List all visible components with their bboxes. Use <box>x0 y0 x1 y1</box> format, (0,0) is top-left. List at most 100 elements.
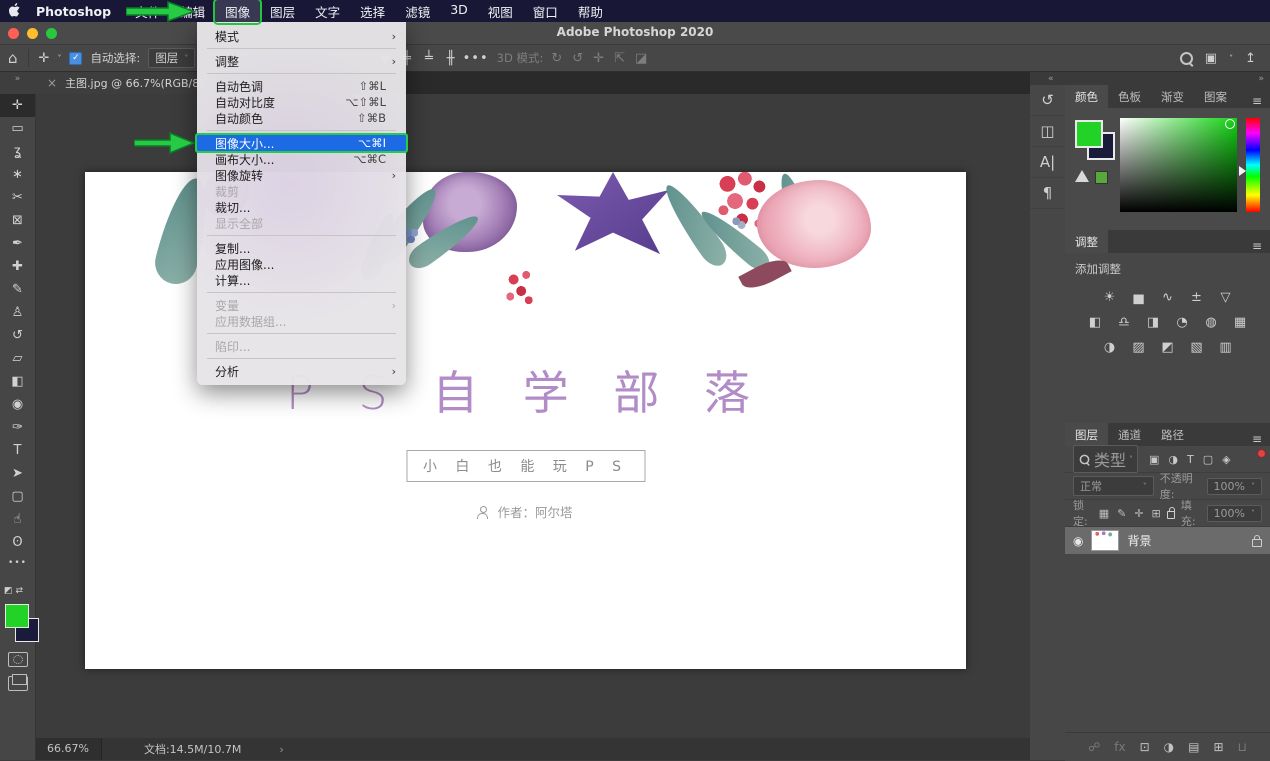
delete-layer-icon[interactable]: ⊔ <box>1238 740 1247 754</box>
default-colors-icon[interactable]: ◩ <box>4 586 13 600</box>
gamut-warning-icon[interactable] <box>1075 170 1089 182</box>
align-bottom-icon[interactable]: ╧ <box>425 51 433 66</box>
tab-color[interactable]: 颜色 <box>1065 85 1108 108</box>
screen-mode-button[interactable] <box>8 674 28 691</box>
home-icon[interactable]: ⌂ <box>8 49 18 67</box>
posterize-icon[interactable]: ▨ <box>1129 338 1149 356</box>
tab-patterns[interactable]: 图案 <box>1194 85 1237 108</box>
dodge-tool[interactable]: ◉ <box>0 393 35 416</box>
link-layers-icon[interactable]: ☍ <box>1088 740 1100 754</box>
adjustment-layer-icon[interactable]: ◑ <box>1164 740 1174 754</box>
menu-item-crop[interactable]: 裁剪 <box>197 183 406 199</box>
history-panel-icon[interactable]: ↺ <box>1030 85 1065 116</box>
menu-item-analysis[interactable]: 分析 › <box>197 363 406 379</box>
tab-layers[interactable]: 图层 <box>1065 423 1108 446</box>
layer-visibility-icon[interactable]: ◉ <box>1073 534 1083 548</box>
marquee-tool[interactable]: ▭ <box>0 117 35 140</box>
tool-preset-caret-icon[interactable]: ˅ <box>57 54 61 63</box>
zoom-tool[interactable]: ʘ <box>0 531 35 554</box>
lock-transparency-icon[interactable]: ▦ <box>1099 507 1109 520</box>
fill-dropdown[interactable]: 100% ˅ <box>1206 504 1263 522</box>
web-safe-swatch[interactable] <box>1095 171 1108 184</box>
menu-item-auto-tone[interactable]: 自动色调 ⇧⌘L <box>197 78 406 94</box>
toolbar-collapse[interactable]: » <box>0 72 35 94</box>
filter-shape-icon[interactable]: ▢ <box>1203 453 1213 466</box>
menu-image[interactable]: 图像 <box>213 0 263 25</box>
document-tab[interactable]: × 主图.jpg @ 66.7%(RGB/8) <box>35 72 216 94</box>
lasso-tool[interactable]: ʓ <box>0 140 35 163</box>
filter-pixel-icon[interactable]: ▣ <box>1149 453 1159 466</box>
3d-orbit-icon[interactable]: ↻ <box>551 51 562 66</box>
menu-item-adjustments[interactable]: 调整 › <box>197 53 406 69</box>
menu-help[interactable]: 帮助 <box>568 0 613 23</box>
3d-slide-icon[interactable]: ⇱ <box>614 51 625 66</box>
app-name[interactable]: Photoshop <box>36 4 111 19</box>
clone-stamp-tool[interactable]: ♙ <box>0 301 35 324</box>
move-tool[interactable]: ✛ <box>0 94 35 117</box>
new-layer-icon[interactable]: ⊞ <box>1213 740 1223 754</box>
brightness-contrast-icon[interactable]: ☀ <box>1100 288 1120 306</box>
tab-channels[interactable]: 通道 <box>1108 423 1151 446</box>
menu-item-image-rotation[interactable]: 图像旋转 › <box>197 167 406 183</box>
menu-3d[interactable]: 3D <box>440 0 478 23</box>
opacity-dropdown[interactable]: 100% ˅ <box>1206 477 1262 495</box>
history-brush-tool[interactable]: ↺ <box>0 324 35 347</box>
filter-adjustment-icon[interactable]: ◑ <box>1168 453 1178 466</box>
more-options-icon[interactable]: ••• <box>463 51 489 66</box>
menu-item-canvas-size[interactable]: 画布大小... ⌥⌘C <box>197 151 406 167</box>
close-tab-icon[interactable]: × <box>47 76 57 90</box>
menu-item-trap[interactable]: 陷印... <box>197 338 406 354</box>
filter-smart-icon[interactable]: ◈ <box>1222 453 1230 466</box>
share-icon[interactable]: ↥ <box>1245 51 1256 66</box>
threshold-icon[interactable]: ◩ <box>1158 338 1178 356</box>
color-picker-marker[interactable] <box>1225 119 1235 129</box>
channel-mixer-icon[interactable]: ◍ <box>1201 313 1221 331</box>
move-tool-icon[interactable]: ✛ <box>39 51 50 66</box>
hue-saturation-icon[interactable]: ◧ <box>1085 313 1105 331</box>
lock-all-icon[interactable] <box>1166 507 1175 519</box>
status-chevron-icon[interactable]: › <box>279 743 283 756</box>
filter-type-icon[interactable]: T <box>1187 453 1194 466</box>
path-select-tool[interactable]: ➤ <box>0 462 35 485</box>
auto-select-checkbox[interactable]: ✓ <box>69 51 83 65</box>
menu-item-mode[interactable]: 模式 › <box>197 28 406 44</box>
tab-gradients[interactable]: 渐变 <box>1151 85 1194 108</box>
blend-mode-dropdown[interactable]: 正常 ˅ <box>1073 476 1154 496</box>
crop-tool[interactable]: ✂ <box>0 186 35 209</box>
canvas-area[interactable]: P S 自 学 部 落 小 白 也 能 玩 P S 作者：阿尔塔 <box>35 94 1030 738</box>
zoom-level-field[interactable]: 66.67% <box>35 738 102 760</box>
layer-mask-icon[interactable]: ⊡ <box>1140 740 1150 754</box>
tab-swatches[interactable]: 色板 <box>1108 85 1151 108</box>
menu-item-auto-color[interactable]: 自动颜色 ⇧⌘B <box>197 110 406 126</box>
panel-menu-icon[interactable]: ≡ <box>1244 94 1270 108</box>
selective-color-icon[interactable]: ▥ <box>1216 338 1236 356</box>
lock-paint-icon[interactable]: ✎ <box>1117 507 1126 520</box>
panel-menu-icon[interactable]: ≡ <box>1244 432 1270 446</box>
healing-brush-tool[interactable]: ✚ <box>0 255 35 278</box>
foreground-color-swatch[interactable] <box>5 604 29 628</box>
eyedropper-tool[interactable]: ✒ <box>0 232 35 255</box>
menu-item-apply-data-set[interactable]: 应用数据组... <box>197 313 406 329</box>
layer-row-background[interactable]: ◉ 背景 <box>1065 527 1270 554</box>
workspace-caret-icon[interactable]: ˅ <box>1229 54 1233 63</box>
collapse-panels-icon[interactable]: « <box>1048 74 1054 84</box>
menu-layer[interactable]: 图层 <box>260 0 305 23</box>
hue-slider-marker[interactable] <box>1239 166 1246 176</box>
menu-item-calculations[interactable]: 计算... <box>197 272 406 288</box>
frame-tool[interactable]: ⊠ <box>0 209 35 232</box>
quick-mask-button[interactable] <box>8 652 28 667</box>
menu-item-auto-contrast[interactable]: 自动对比度 ⌥⇧⌘L <box>197 94 406 110</box>
panel-menu-icon[interactable]: ≡ <box>1244 239 1270 253</box>
auto-select-dropdown[interactable]: 图层 ˅ <box>148 48 196 68</box>
lock-move-icon[interactable]: ✛ <box>1134 507 1143 520</box>
invert-icon[interactable]: ◑ <box>1100 338 1120 356</box>
hue-slider[interactable] <box>1246 118 1260 212</box>
photo-filter-icon[interactable]: ◔ <box>1172 313 1192 331</box>
menu-type[interactable]: 文字 <box>305 0 350 23</box>
layer-filter-dropdown[interactable]: 类型 ˅ <box>1073 445 1139 473</box>
menu-item-apply-image[interactable]: 应用图像... <box>197 256 406 272</box>
curves-icon[interactable]: ∿ <box>1158 288 1178 306</box>
type-tool[interactable]: T <box>0 439 35 462</box>
magic-wand-tool[interactable]: ∗ <box>0 163 35 186</box>
distribute-icon[interactable]: ╫ <box>447 51 455 66</box>
